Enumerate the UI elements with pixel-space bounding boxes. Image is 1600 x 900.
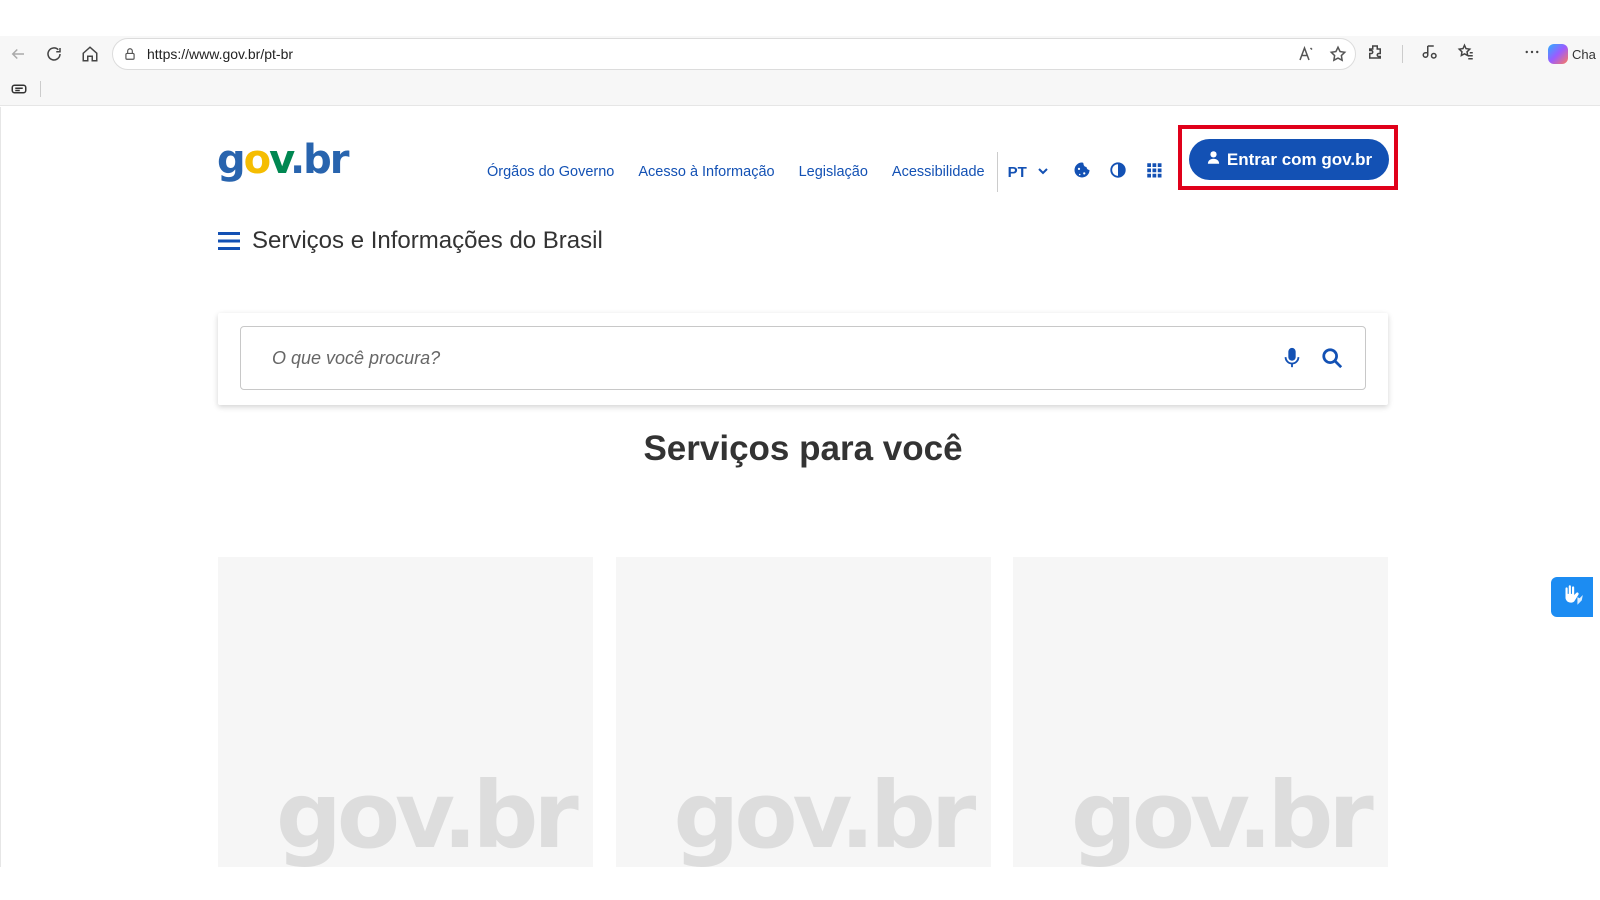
address-bar[interactable]: https://www.gov.br/pt-br xyxy=(112,38,1356,70)
logo-letter: v xyxy=(269,137,292,183)
lock-icon[interactable] xyxy=(123,47,137,61)
favorites-bar xyxy=(0,72,1600,106)
nav-link-acesso-informacao[interactable]: Acesso à Informação xyxy=(638,164,774,180)
chevron-down-icon xyxy=(1037,164,1049,181)
collections-icon[interactable] xyxy=(1421,43,1439,66)
services-heading: Serviços para você xyxy=(643,429,963,468)
logo-letter: g xyxy=(217,137,246,183)
vlibras-accessibility-button[interactable] xyxy=(1551,577,1593,617)
browser-toolbar: https://www.gov.br/pt-br Cha xyxy=(0,36,1600,72)
nav-link-orgaos[interactable]: Órgãos do Governo xyxy=(487,164,614,180)
page-content: gov.br Órgãos do Governo Acesso à Inform… xyxy=(0,107,1600,867)
toolbar-divider xyxy=(1402,45,1403,63)
favorites-icon[interactable] xyxy=(1457,42,1475,66)
govbr-logo[interactable]: gov.br xyxy=(217,137,350,183)
cookie-icon[interactable] xyxy=(1073,161,1091,184)
search-panel xyxy=(218,313,1388,405)
nav-link-legislacao[interactable]: Legislação xyxy=(799,164,868,180)
user-icon xyxy=(1206,150,1221,170)
card-watermark-logo: gov.br xyxy=(673,762,977,867)
window-titlebar xyxy=(0,0,1600,36)
home-icon[interactable] xyxy=(72,36,108,72)
apps-grid-icon[interactable] xyxy=(1145,161,1163,184)
favbar-divider xyxy=(40,80,41,97)
service-cards: gov.br gov.br gov.br xyxy=(218,557,1388,867)
copilot-label: Cha xyxy=(1572,46,1596,62)
service-card[interactable]: gov.br xyxy=(218,557,593,867)
contrast-icon[interactable] xyxy=(1109,161,1127,184)
nav-link-acessibilidade[interactable]: Acessibilidade xyxy=(892,164,985,180)
read-aloud-icon[interactable] xyxy=(1297,45,1315,68)
site-title: Serviços e Informações do Brasil xyxy=(252,227,603,254)
hamburger-menu-icon[interactable] xyxy=(218,231,240,251)
back-icon[interactable] xyxy=(0,36,36,72)
more-icon[interactable] xyxy=(1523,43,1541,66)
logo-letter: . xyxy=(289,137,305,183)
nav-divider xyxy=(996,152,998,192)
logo-letter: o xyxy=(243,137,272,183)
sign-language-hands-icon xyxy=(1559,582,1585,613)
language-selector[interactable]: PT xyxy=(1008,164,1049,181)
service-card[interactable]: gov.br xyxy=(1013,557,1388,867)
page-bottom-margin xyxy=(0,867,1600,900)
login-govbr-button[interactable]: Entrar com gov.br xyxy=(1189,139,1389,180)
card-watermark-logo: gov.br xyxy=(276,762,579,867)
search-box xyxy=(240,326,1366,390)
address-url[interactable]: https://www.gov.br/pt-br xyxy=(147,46,293,62)
copilot-button[interactable]: Cha xyxy=(1548,42,1600,66)
main-menu[interactable]: Serviços e Informações do Brasil xyxy=(218,227,603,255)
tab-actions-icon[interactable] xyxy=(10,80,28,98)
extensions-icon[interactable] xyxy=(1366,43,1384,66)
refresh-icon[interactable] xyxy=(36,36,72,72)
search-input[interactable] xyxy=(272,338,1252,378)
copilot-icon xyxy=(1548,44,1568,64)
card-watermark-logo: gov.br xyxy=(1071,762,1374,867)
microphone-icon[interactable] xyxy=(1281,347,1303,371)
service-card[interactable]: gov.br xyxy=(615,557,991,867)
top-navigation: Órgãos do Governo Acesso à Informação Le… xyxy=(487,152,1163,192)
logo-letter: br xyxy=(303,137,349,183)
search-icon[interactable] xyxy=(1321,347,1343,369)
login-label: Entrar com gov.br xyxy=(1226,149,1373,169)
favorite-star-icon[interactable] xyxy=(1329,45,1347,68)
language-label: PT xyxy=(1007,163,1027,181)
